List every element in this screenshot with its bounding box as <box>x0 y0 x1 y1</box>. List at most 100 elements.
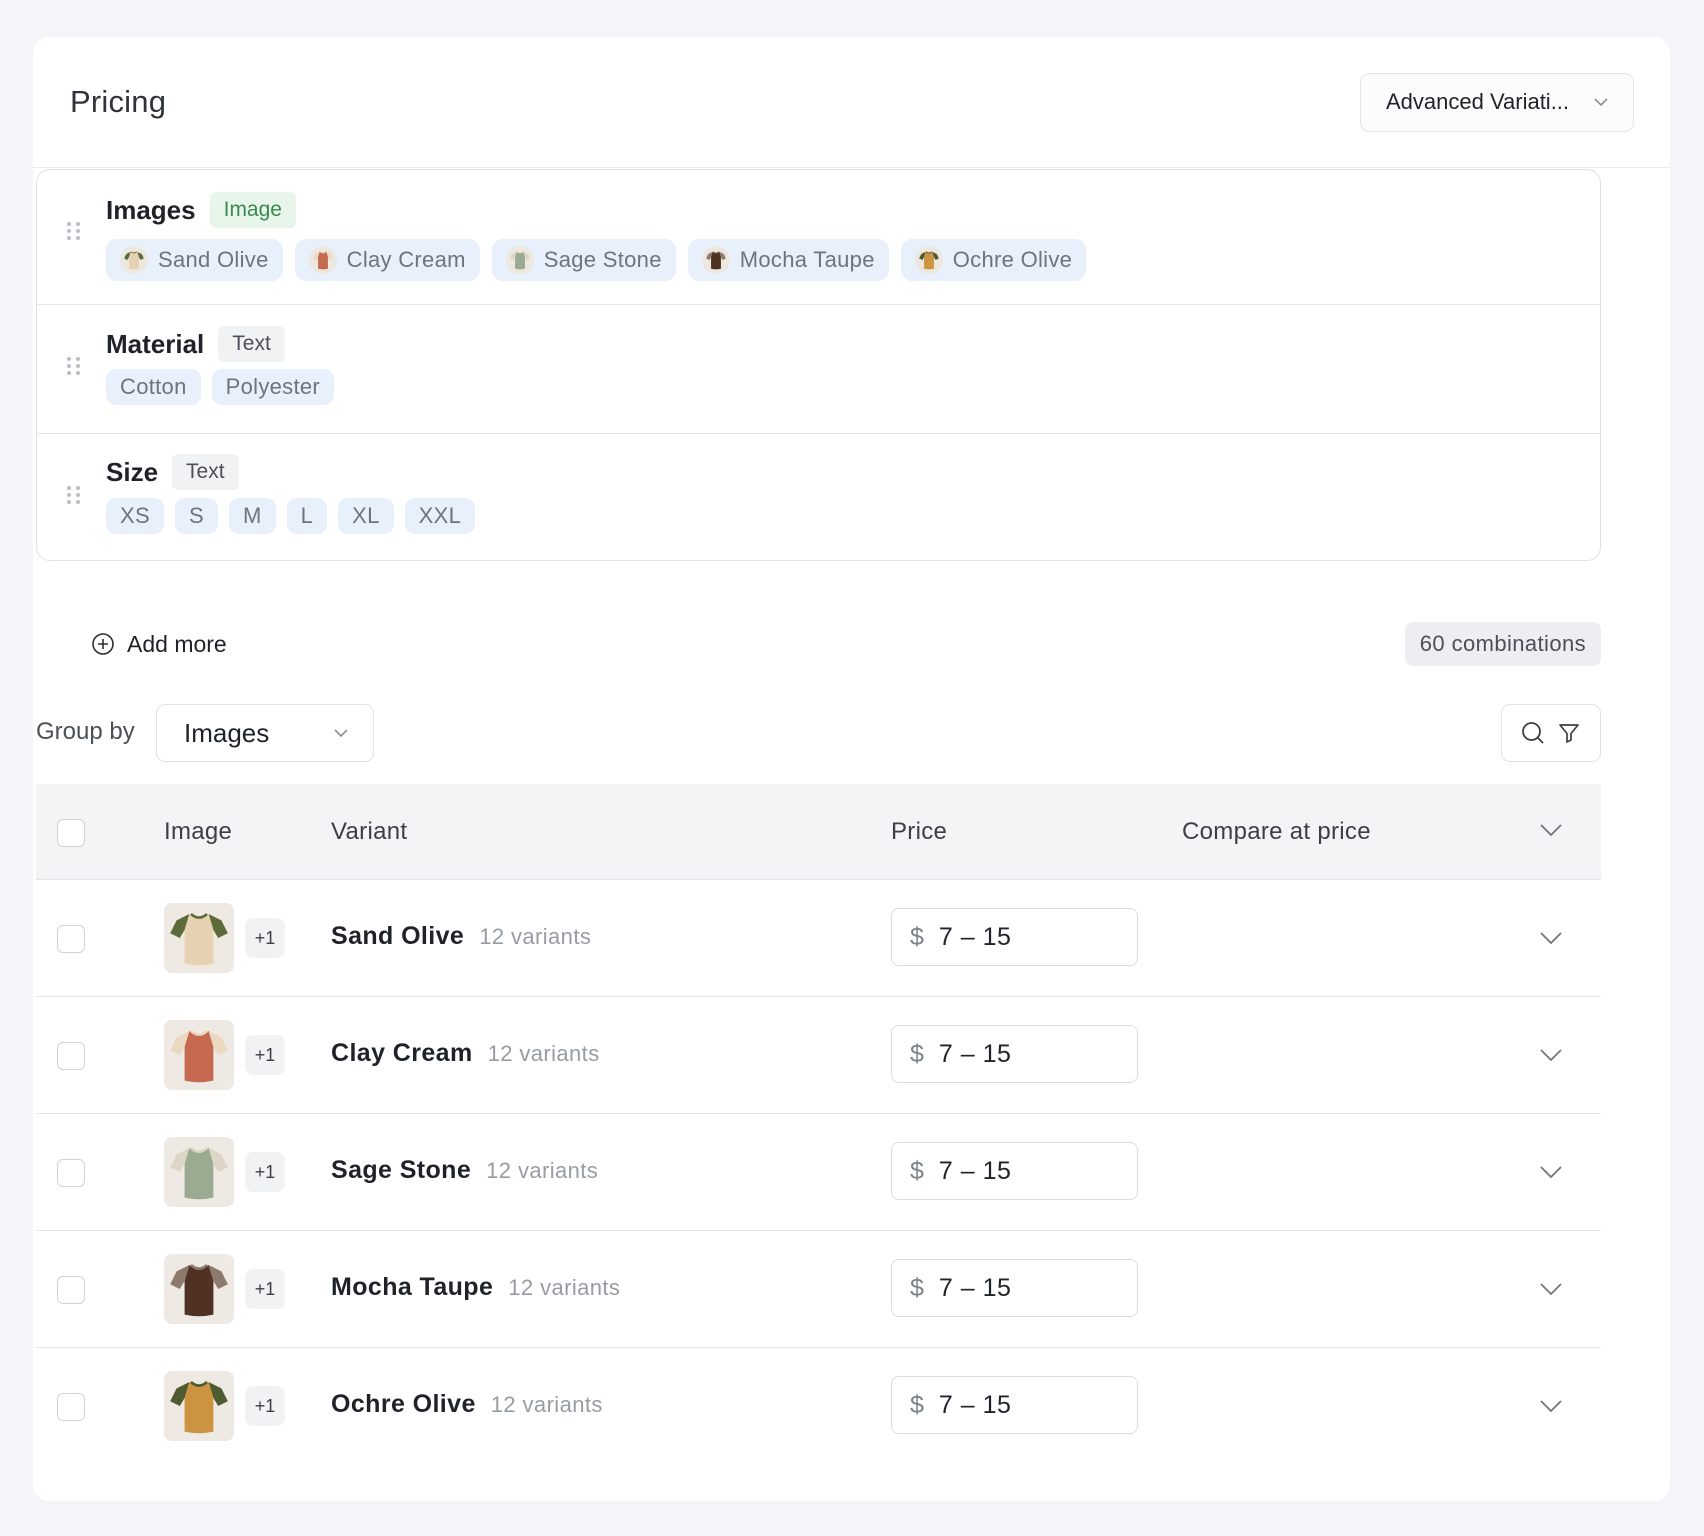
expand-row-chevron-icon[interactable] <box>1537 1158 1565 1186</box>
currency-symbol: $ <box>910 1156 924 1185</box>
variant-cell: Sage Stone 12 variants <box>331 1156 598 1185</box>
variant-count: 12 variants <box>486 1158 599 1183</box>
more-images-badge[interactable]: +1 <box>245 1269 285 1309</box>
drag-handle-icon[interactable] <box>67 220 81 242</box>
expand-row-chevron-icon[interactable] <box>1537 1392 1565 1420</box>
variant-cell: Ochre Olive 12 variants <box>331 1390 603 1419</box>
more-images-badge[interactable]: +1 <box>245 1386 285 1426</box>
variation-mode-label: Advanced Variati... <box>1386 89 1570 114</box>
variant-name: Mocha Taupe <box>331 1273 494 1301</box>
tshirt-icon <box>170 1147 228 1200</box>
tshirt-icon <box>170 1381 228 1434</box>
column-header-price: Price <box>891 818 948 845</box>
row-checkbox[interactable] <box>57 1159 85 1187</box>
add-more-button[interactable]: Add more <box>91 621 227 667</box>
search-icon[interactable] <box>1520 720 1546 746</box>
option-header: Size Text <box>106 454 239 490</box>
expand-row-chevron-icon[interactable] <box>1537 924 1565 952</box>
currency-symbol: $ <box>910 922 924 951</box>
variant-image[interactable] <box>164 903 234 973</box>
option-value-chip[interactable]: L <box>286 498 328 534</box>
option-type-badge: Image <box>209 192 296 228</box>
expand-row-chevron-icon[interactable] <box>1537 1041 1565 1069</box>
combinations-badge: 60 combinations <box>1404 622 1601 666</box>
option-value-chip[interactable]: Cotton <box>106 369 201 405</box>
price-value: 7 – 15 <box>938 1273 1012 1302</box>
more-images-badge[interactable]: +1 <box>245 1152 285 1192</box>
price-input[interactable]: $ 7 – 15 <box>891 1025 1138 1083</box>
drag-handle-icon[interactable] <box>67 484 81 506</box>
add-more-label: Add more <box>127 630 227 657</box>
drag-handle-icon[interactable] <box>67 355 81 377</box>
select-all-checkbox[interactable] <box>57 819 85 847</box>
group-by-label: Group by <box>36 718 135 745</box>
option-value-chip[interactable]: Mocha Taupe <box>687 239 889 281</box>
variant-image[interactable] <box>164 1254 234 1324</box>
variant-count: 12 variants <box>479 924 592 949</box>
row-checkbox[interactable] <box>57 1393 85 1421</box>
variant-cell: Mocha Taupe 12 variants <box>331 1273 620 1302</box>
option-values: Cotton Polyester <box>106 369 335 405</box>
variation-mode-select[interactable]: Advanced Variati... <box>1360 72 1634 132</box>
table-body: +1 Sand Olive 12 variants $ 7 – 15 +1 Cl… <box>36 880 1601 1465</box>
variants-table: Image Variant Price Compare at price +1 … <box>36 784 1601 1465</box>
column-options-chevron-icon[interactable] <box>1537 816 1565 844</box>
more-images-badge[interactable]: +1 <box>245 1035 285 1075</box>
chevron-down-icon <box>1594 98 1608 107</box>
variant-count: 12 variants <box>487 1041 600 1066</box>
price-input[interactable]: $ 7 – 15 <box>891 1376 1138 1434</box>
option-header: Images Image <box>106 192 296 228</box>
table-header: Image Variant Price Compare at price <box>36 784 1601 880</box>
filter-icon[interactable] <box>1556 720 1582 746</box>
currency-symbol: $ <box>910 1273 924 1302</box>
currency-symbol: $ <box>910 1039 924 1068</box>
chip-label: Mocha Taupe <box>739 247 875 272</box>
option-value-chip[interactable]: M <box>228 498 276 534</box>
group-by-select[interactable]: Images <box>156 704 374 762</box>
more-images-badge[interactable]: +1 <box>245 918 285 958</box>
price-value: 7 – 15 <box>938 1390 1012 1419</box>
option-type-badge: Text <box>218 326 285 362</box>
option-value-chip[interactable]: Ochre Olive <box>900 239 1087 281</box>
tshirt-icon <box>505 246 534 274</box>
tshirt-icon <box>308 246 337 274</box>
price-input[interactable]: $ 7 – 15 <box>891 908 1138 966</box>
option-value-chip[interactable]: Polyester <box>211 369 335 405</box>
chevron-down-icon <box>334 729 348 738</box>
variant-image[interactable] <box>164 1371 234 1441</box>
option-value-chip[interactable]: Sage Stone <box>491 239 676 281</box>
tshirt-icon <box>120 246 148 274</box>
row-checkbox[interactable] <box>57 1276 85 1304</box>
option-value-chip[interactable]: XS <box>106 498 164 534</box>
tshirt-icon <box>914 246 943 274</box>
option-value-chip[interactable]: S <box>174 498 218 534</box>
option-value-chip[interactable]: Clay Cream <box>294 239 480 281</box>
price-input[interactable]: $ 7 – 15 <box>891 1142 1138 1200</box>
option-value-chip[interactable]: XXL <box>404 498 476 534</box>
chip-label: Ochre Olive <box>952 247 1073 272</box>
price-value: 7 – 15 <box>938 1039 1012 1068</box>
option-name: Material <box>106 328 205 359</box>
column-header-image: Image <box>164 818 233 845</box>
variant-name: Ochre Olive <box>331 1390 476 1418</box>
column-header-variant: Variant <box>331 818 408 845</box>
tshirt-icon <box>170 913 228 966</box>
row-checkbox[interactable] <box>57 925 85 953</box>
table-row: +1 Ochre Olive 12 variants $ 7 – 15 <box>36 1348 1601 1465</box>
price-value: 7 – 15 <box>938 922 1012 951</box>
option-name: Images <box>106 194 196 225</box>
option-values: XS S M L XL XXL <box>106 498 476 534</box>
option-value-chip[interactable]: XL <box>338 498 394 534</box>
tshirt-icon <box>170 1030 228 1083</box>
option-value-chip[interactable]: Sand Olive <box>106 239 283 281</box>
variant-cell: Clay Cream 12 variants <box>331 1039 600 1068</box>
expand-row-chevron-icon[interactable] <box>1537 1275 1565 1303</box>
price-input[interactable]: $ 7 – 15 <box>891 1259 1138 1317</box>
variant-image[interactable] <box>164 1137 234 1207</box>
row-checkbox[interactable] <box>57 1042 85 1070</box>
chip-label: Sand Olive <box>158 247 269 272</box>
table-tools <box>1501 704 1601 762</box>
variant-image[interactable] <box>164 1020 234 1090</box>
table-row: +1 Clay Cream 12 variants $ 7 – 15 <box>36 997 1601 1114</box>
plus-circle-icon <box>92 633 114 655</box>
